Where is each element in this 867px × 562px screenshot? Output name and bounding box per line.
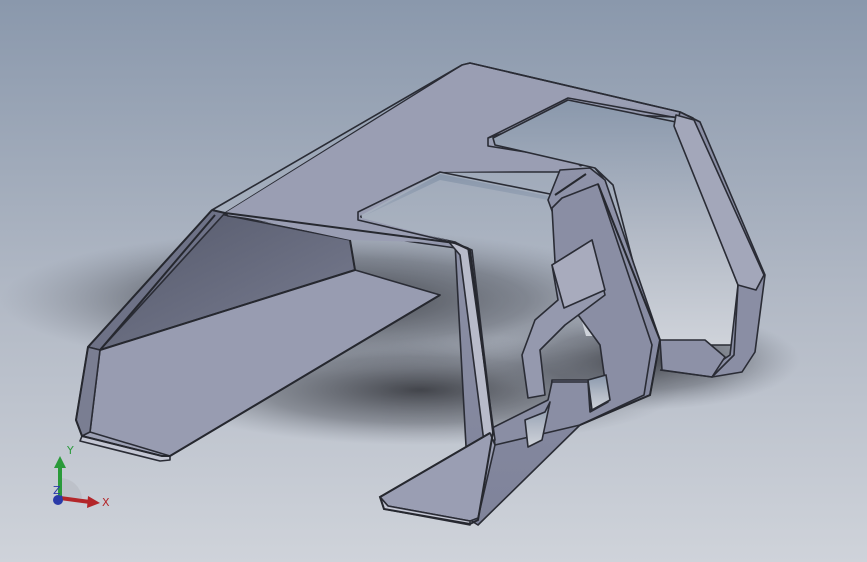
model-view[interactable] — [0, 0, 867, 562]
reference-triad[interactable]: Y X Z — [40, 440, 120, 520]
x-axis-label: X — [102, 496, 110, 509]
triad-backdrop-icon — [60, 477, 82, 498]
z-axis-label: Z — [53, 484, 61, 497]
y-axis-label: Y — [66, 444, 74, 457]
graphics-viewport[interactable]: Y X Z — [0, 0, 867, 562]
